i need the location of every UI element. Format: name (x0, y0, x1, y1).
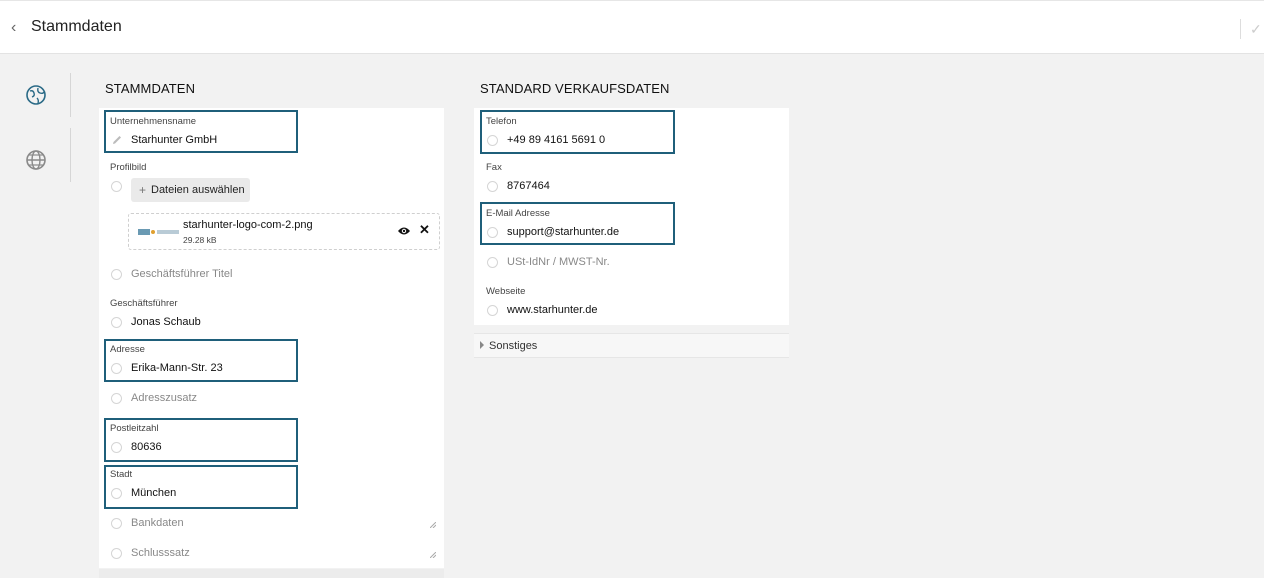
zip-label: Postleitzahl (110, 423, 159, 434)
phone-input[interactable]: +49 89 4161 5691 0 (507, 134, 605, 146)
file-name: starhunter-logo-com-2.png (183, 219, 313, 231)
website-input[interactable]: www.starhunter.de (507, 304, 598, 316)
file-thumbnail (138, 229, 179, 235)
field-radio[interactable] (487, 227, 498, 238)
uploaded-file-item: starhunter-logo-com-2.png 29.28 kB ✕ (128, 213, 440, 250)
eye-icon[interactable] (397, 225, 411, 237)
resize-handle-icon[interactable] (430, 522, 436, 528)
field-radio[interactable] (111, 393, 122, 404)
email-label: E-Mail Adresse (486, 208, 550, 219)
zip-input[interactable]: 80636 (131, 441, 162, 453)
field-radio[interactable] (111, 442, 122, 453)
fax-input[interactable]: 8767464 (507, 180, 550, 192)
sonstiges-accordion[interactable]: Sonstiges (474, 333, 789, 358)
address-extra-input[interactable]: Adresszusatz (131, 392, 197, 404)
section-title-stammdaten: STAMMDATEN (105, 81, 196, 96)
field-radio[interactable] (487, 257, 498, 268)
company-name-label: Unternehmensname (110, 116, 197, 127)
ceo-input[interactable]: Jonas Schaub (131, 316, 201, 328)
city-input[interactable]: München (131, 487, 176, 499)
email-input[interactable]: support@starhunter.de (507, 226, 619, 238)
closing-textarea[interactable]: Schlusssatz (131, 547, 190, 559)
field-radio[interactable] (111, 181, 122, 192)
resize-handle-icon[interactable] (430, 552, 436, 558)
bank-textarea[interactable]: Bankdaten (131, 517, 184, 529)
field-radio[interactable] (111, 269, 122, 280)
top-bar: ‹ Stammdaten ✓ (0, 0, 1264, 54)
chevron-left-icon[interactable]: ‹ (11, 20, 16, 36)
fax-label: Fax (486, 162, 502, 173)
website-label: Webseite (486, 286, 526, 297)
field-radio[interactable] (111, 363, 122, 374)
address-input[interactable]: Erika-Mann-Str. 23 (131, 362, 223, 374)
plus-icon: + (139, 183, 147, 197)
field-radio[interactable] (111, 488, 122, 499)
field-radio[interactable] (487, 181, 498, 192)
company-name-input[interactable]: Starhunter GmbH (131, 134, 217, 146)
section-title-verkaufsdaten: STANDARD VERKAUFSDATEN (480, 81, 670, 96)
caret-right-icon (480, 341, 484, 349)
globe-icon[interactable] (25, 149, 47, 171)
panel-footer (99, 569, 444, 578)
close-icon[interactable]: ✕ (419, 222, 430, 238)
company-globe-icon[interactable] (25, 84, 47, 106)
profile-image-label: Profilbild (110, 162, 147, 173)
page-title: Stammdaten (31, 18, 122, 35)
pencil-icon (113, 136, 121, 144)
ceo-label: Geschäftsführer (110, 298, 178, 309)
field-radio[interactable] (111, 548, 122, 559)
upload-files-button[interactable]: + Dateien auswählen (131, 178, 250, 202)
vat-input[interactable]: USt-IdNr / MWST-Nr. (507, 256, 610, 268)
sonstiges-label: Sonstiges (489, 340, 538, 352)
field-radio[interactable] (487, 305, 498, 316)
file-size: 29.28 kB (183, 235, 217, 245)
chevron-down-icon[interactable]: ✓ (1250, 21, 1262, 38)
phone-label: Telefon (486, 116, 517, 127)
sidebar-divider (70, 128, 71, 182)
ceo-title-input[interactable]: Geschäftsführer Titel (131, 268, 233, 280)
city-label: Stadt (110, 469, 133, 480)
upload-files-label: Dateien auswählen (151, 184, 245, 196)
field-radio[interactable] (111, 518, 122, 529)
sidebar-divider (70, 73, 71, 117)
header-divider (1240, 19, 1241, 39)
address-label: Adresse (110, 344, 145, 355)
field-radio[interactable] (111, 317, 122, 328)
field-radio[interactable] (487, 135, 498, 146)
